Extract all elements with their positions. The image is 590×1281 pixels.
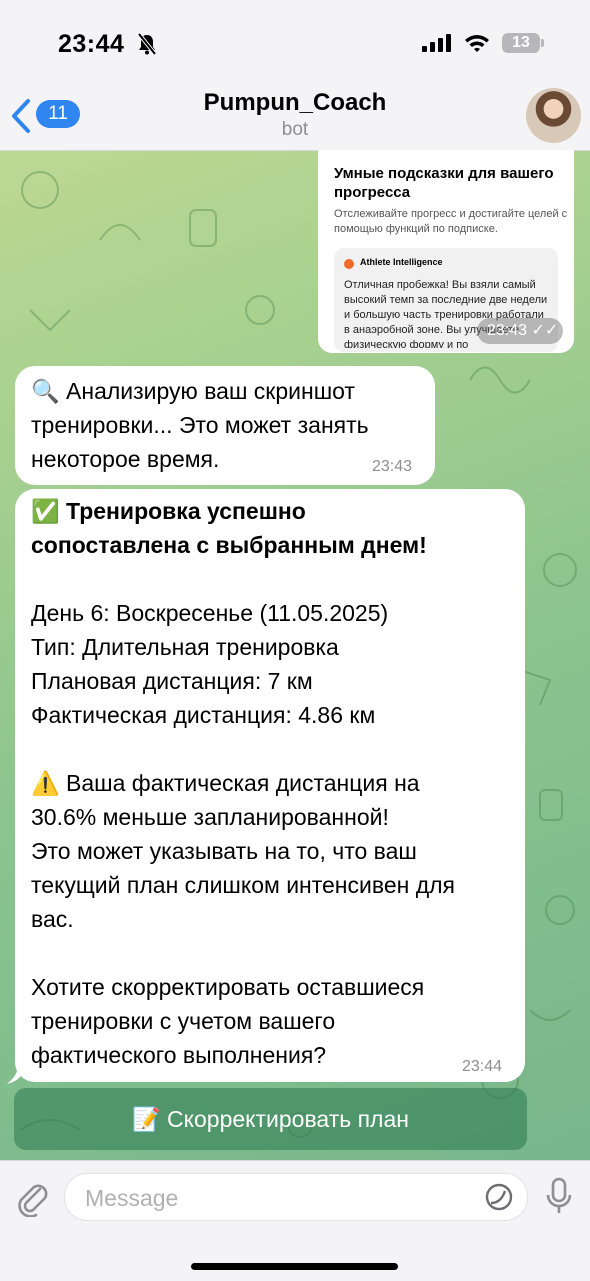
chat-title[interactable]: Pumpun_Coach [0,89,590,117]
image-time-text: 23:43 [487,322,528,339]
battery-level: 13 [512,34,530,51]
message-input[interactable] [83,1174,467,1222]
message-bubble[interactable]: ✅ Тренировка успешно сопоставлена с выбр… [15,489,525,1082]
chat-subtitle: bot [281,119,309,140]
status-bar: 23:44 13 [0,0,590,80]
adjust-plan-button[interactable]: 📝 Скорректировать план [14,1088,527,1150]
message-body-text: День 6: Воскресенье (11.05.2025) Тип: Дл… [31,600,455,1068]
bell-slash-icon [137,33,157,55]
battery-cap [541,39,544,47]
message-field[interactable] [64,1173,528,1222]
athlete-intelligence-icon [344,259,354,269]
message-bubble[interactable]: 🔍 Анализирую ваш скриншот тренировки... … [15,366,435,485]
image-message-time: 23:43 ✓✓ [477,318,563,344]
microphone-icon[interactable] [545,1177,573,1217]
avatar[interactable] [526,88,581,143]
home-indicator [191,1263,398,1270]
image-subtitle: Отслеживайте прогресс и достигайте целей… [334,208,568,235]
insight-source: Athlete Intelligence [360,257,443,267]
clock: 23:44 [58,30,125,58]
message-bold-text: ✅ Тренировка успешно сопоставлена с выбр… [31,498,427,558]
sticker-icon[interactable] [484,1182,514,1212]
signal-icon [422,34,451,52]
chat-header: 11 Pumpun_Coach bot [0,80,590,151]
message-time: 23:43 [372,458,413,475]
battery-icon: 13 [502,33,540,53]
message-time: 23:44 [462,1058,503,1075]
message-text: ✅ Тренировка успешно сопоставлена с выбр… [31,494,516,1072]
wifi-icon [465,35,489,52]
message-text: 🔍 Анализирую ваш скриншот тренировки... … [31,378,369,472]
adjust-plan-label: 📝 Скорректировать план [132,1106,409,1132]
paperclip-icon[interactable] [14,1177,50,1217]
image-title: Умные подсказки для вашего прогресса [334,165,554,201]
bubble-tail [7,1066,25,1084]
